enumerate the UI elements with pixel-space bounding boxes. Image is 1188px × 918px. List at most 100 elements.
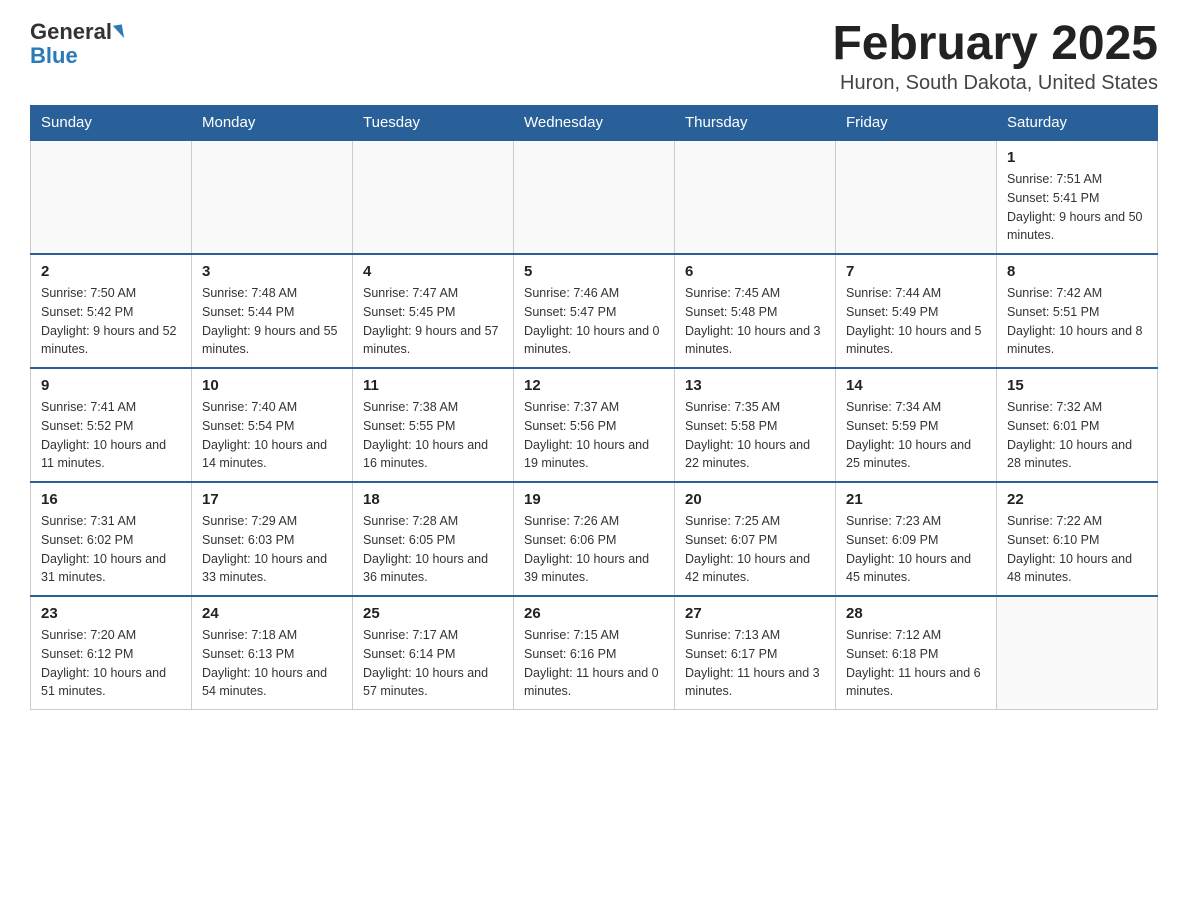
calendar-cell: 20 Sunrise: 7:25 AM Sunset: 6:07 PM Dayli… (675, 482, 836, 596)
day-info: Sunrise: 7:42 AM Sunset: 5:51 PM Dayligh… (1007, 284, 1147, 359)
day-number: 25 (363, 605, 503, 622)
day-number: 26 (524, 605, 664, 622)
calendar-cell: 2 Sunrise: 7:50 AM Sunset: 5:42 PM Daylig… (31, 254, 192, 368)
day-info: Sunrise: 7:18 AM Sunset: 6:13 PM Dayligh… (202, 626, 342, 701)
day-info: Sunrise: 7:41 AM Sunset: 5:52 PM Dayligh… (41, 398, 181, 473)
calendar-table: SundayMondayTuesdayWednesdayThursdayFrid… (30, 105, 1158, 710)
day-of-week-header: Thursday (675, 106, 836, 141)
day-number: 21 (846, 491, 986, 508)
title-area: February 2025 Huron, South Dakota, Unite… (832, 20, 1158, 95)
day-info: Sunrise: 7:13 AM Sunset: 6:17 PM Dayligh… (685, 626, 825, 701)
day-number: 10 (202, 377, 342, 394)
day-number: 22 (1007, 491, 1147, 508)
calendar-cell: 4 Sunrise: 7:47 AM Sunset: 5:45 PM Daylig… (353, 254, 514, 368)
logo: General Blue (30, 20, 123, 68)
location-label: Huron, South Dakota, United States (832, 72, 1158, 95)
day-number: 19 (524, 491, 664, 508)
calendar-cell: 17 Sunrise: 7:29 AM Sunset: 6:03 PM Dayli… (192, 482, 353, 596)
day-info: Sunrise: 7:48 AM Sunset: 5:44 PM Dayligh… (202, 284, 342, 359)
day-number: 5 (524, 263, 664, 280)
day-info: Sunrise: 7:47 AM Sunset: 5:45 PM Dayligh… (363, 284, 503, 359)
calendar-cell: 15 Sunrise: 7:32 AM Sunset: 6:01 PM Dayli… (997, 368, 1158, 482)
day-info: Sunrise: 7:17 AM Sunset: 6:14 PM Dayligh… (363, 626, 503, 701)
logo-blue-text: Blue (30, 44, 78, 68)
day-info: Sunrise: 7:20 AM Sunset: 6:12 PM Dayligh… (41, 626, 181, 701)
day-of-week-header: Friday (836, 106, 997, 141)
calendar-cell (192, 140, 353, 254)
day-number: 28 (846, 605, 986, 622)
calendar-cell: 12 Sunrise: 7:37 AM Sunset: 5:56 PM Dayli… (514, 368, 675, 482)
day-of-week-header: Wednesday (514, 106, 675, 141)
day-number: 7 (846, 263, 986, 280)
day-number: 1 (1007, 149, 1147, 166)
calendar-cell: 22Sunrise: 7:22 AM Sunset: 6:10 PM Dayli… (997, 482, 1158, 596)
calendar-cell: 5 Sunrise: 7:46 AM Sunset: 5:47 PM Daylig… (514, 254, 675, 368)
day-of-week-header: Saturday (997, 106, 1158, 141)
calendar-cell: 6 Sunrise: 7:45 AM Sunset: 5:48 PM Daylig… (675, 254, 836, 368)
calendar-cell: 13 Sunrise: 7:35 AM Sunset: 5:58 PM Dayli… (675, 368, 836, 482)
day-number: 3 (202, 263, 342, 280)
day-info: Sunrise: 7:31 AM Sunset: 6:02 PM Dayligh… (41, 512, 181, 587)
calendar-week-row: 1 Sunrise: 7:51 AM Sunset: 5:41 PM Daylig… (31, 140, 1158, 254)
day-info: Sunrise: 7:46 AM Sunset: 5:47 PM Dayligh… (524, 284, 664, 359)
day-info: Sunrise: 7:38 AM Sunset: 5:55 PM Dayligh… (363, 398, 503, 473)
day-number: 11 (363, 377, 503, 394)
calendar-cell: 18 Sunrise: 7:28 AM Sunset: 6:05 PM Dayli… (353, 482, 514, 596)
day-info: Sunrise: 7:15 AM Sunset: 6:16 PM Dayligh… (524, 626, 664, 701)
day-info: Sunrise: 7:28 AM Sunset: 6:05 PM Dayligh… (363, 512, 503, 587)
day-info: Sunrise: 7:29 AM Sunset: 6:03 PM Dayligh… (202, 512, 342, 587)
day-info: Sunrise: 7:34 AM Sunset: 5:59 PM Dayligh… (846, 398, 986, 473)
day-info: Sunrise: 7:51 AM Sunset: 5:41 PM Dayligh… (1007, 170, 1147, 245)
calendar-cell: 21 Sunrise: 7:23 AM Sunset: 6:09 PM Dayli… (836, 482, 997, 596)
day-number: 8 (1007, 263, 1147, 280)
day-number: 20 (685, 491, 825, 508)
day-of-week-header: Tuesday (353, 106, 514, 141)
calendar-cell: 23 Sunrise: 7:20 AM Sunset: 6:12 PM Dayli… (31, 596, 192, 710)
calendar-cell: 11 Sunrise: 7:38 AM Sunset: 5:55 PM Dayli… (353, 368, 514, 482)
calendar-week-row: 9 Sunrise: 7:41 AM Sunset: 5:52 PM Daylig… (31, 368, 1158, 482)
calendar-week-row: 2 Sunrise: 7:50 AM Sunset: 5:42 PM Daylig… (31, 254, 1158, 368)
calendar-header-row: SundayMondayTuesdayWednesdayThursdayFrid… (31, 106, 1158, 141)
day-number: 4 (363, 263, 503, 280)
day-info: Sunrise: 7:37 AM Sunset: 5:56 PM Dayligh… (524, 398, 664, 473)
day-number: 24 (202, 605, 342, 622)
day-number: 13 (685, 377, 825, 394)
day-number: 14 (846, 377, 986, 394)
day-number: 23 (41, 605, 181, 622)
calendar-cell (675, 140, 836, 254)
calendar-cell: 19Sunrise: 7:26 AM Sunset: 6:06 PM Dayli… (514, 482, 675, 596)
logo-general-text: General (30, 20, 112, 44)
calendar-cell: 9 Sunrise: 7:41 AM Sunset: 5:52 PM Daylig… (31, 368, 192, 482)
day-info: Sunrise: 7:44 AM Sunset: 5:49 PM Dayligh… (846, 284, 986, 359)
calendar-week-row: 23 Sunrise: 7:20 AM Sunset: 6:12 PM Dayli… (31, 596, 1158, 710)
calendar-cell: 25 Sunrise: 7:17 AM Sunset: 6:14 PM Dayli… (353, 596, 514, 710)
day-number: 17 (202, 491, 342, 508)
day-info: Sunrise: 7:40 AM Sunset: 5:54 PM Dayligh… (202, 398, 342, 473)
calendar-cell: 14 Sunrise: 7:34 AM Sunset: 5:59 PM Dayli… (836, 368, 997, 482)
day-of-week-header: Monday (192, 106, 353, 141)
day-info: Sunrise: 7:45 AM Sunset: 5:48 PM Dayligh… (685, 284, 825, 359)
day-of-week-header: Sunday (31, 106, 192, 141)
day-info: Sunrise: 7:50 AM Sunset: 5:42 PM Dayligh… (41, 284, 181, 359)
calendar-cell (514, 140, 675, 254)
calendar-cell: 16Sunrise: 7:31 AM Sunset: 6:02 PM Dayli… (31, 482, 192, 596)
day-info: Sunrise: 7:25 AM Sunset: 6:07 PM Dayligh… (685, 512, 825, 587)
calendar-cell: 28Sunrise: 7:12 AM Sunset: 6:18 PM Dayli… (836, 596, 997, 710)
calendar-week-row: 16Sunrise: 7:31 AM Sunset: 6:02 PM Dayli… (31, 482, 1158, 596)
day-number: 15 (1007, 377, 1147, 394)
day-number: 6 (685, 263, 825, 280)
day-info: Sunrise: 7:35 AM Sunset: 5:58 PM Dayligh… (685, 398, 825, 473)
day-info: Sunrise: 7:32 AM Sunset: 6:01 PM Dayligh… (1007, 398, 1147, 473)
page-header: General Blue February 2025 Huron, South … (30, 20, 1158, 95)
day-number: 2 (41, 263, 181, 280)
day-number: 9 (41, 377, 181, 394)
logo-arrow-icon (113, 24, 124, 39)
day-number: 18 (363, 491, 503, 508)
calendar-cell: 7 Sunrise: 7:44 AM Sunset: 5:49 PM Daylig… (836, 254, 997, 368)
day-number: 12 (524, 377, 664, 394)
calendar-cell (31, 140, 192, 254)
calendar-cell (836, 140, 997, 254)
day-info: Sunrise: 7:23 AM Sunset: 6:09 PM Dayligh… (846, 512, 986, 587)
calendar-cell: 3 Sunrise: 7:48 AM Sunset: 5:44 PM Daylig… (192, 254, 353, 368)
calendar-cell: 1 Sunrise: 7:51 AM Sunset: 5:41 PM Daylig… (997, 140, 1158, 254)
